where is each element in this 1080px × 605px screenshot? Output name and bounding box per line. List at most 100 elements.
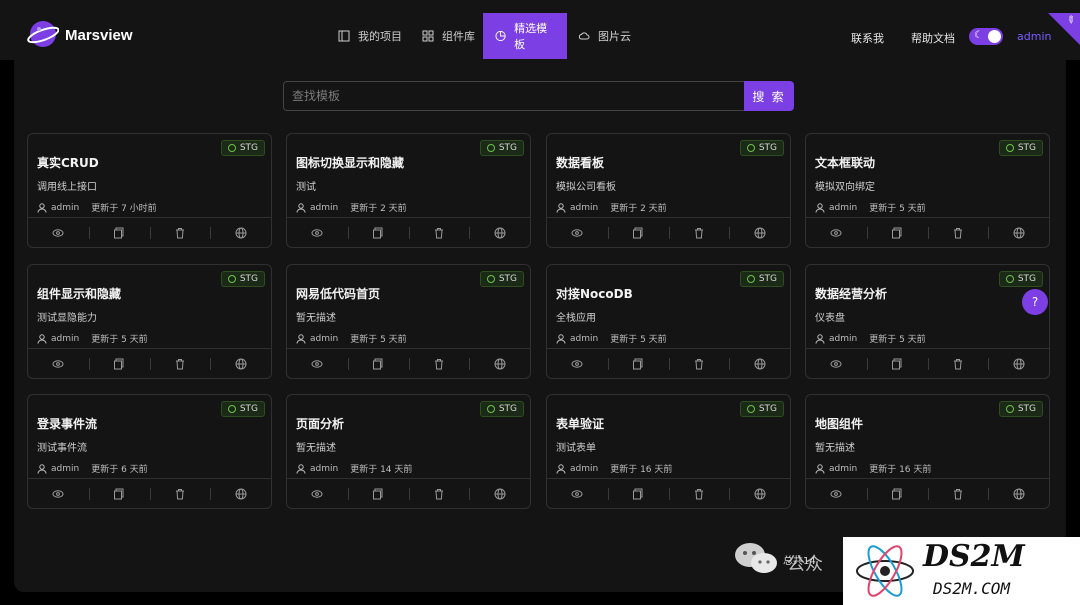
publish-button[interactable] <box>469 218 530 247</box>
view-icon <box>311 358 323 370</box>
nav-featured-templates[interactable]: 精选模板 <box>483 13 567 59</box>
publish-button[interactable] <box>210 349 271 378</box>
card-meta: admin 更新于 7 小时前 <box>37 201 157 214</box>
brand-name[interactable]: Marsview <box>65 27 133 44</box>
template-search-input[interactable] <box>283 81 745 111</box>
globe-icon <box>754 358 766 370</box>
copy-button[interactable] <box>607 479 669 508</box>
template-card[interactable]: STG 文本框联动 模拟双向绑定 admin 更新于 5 天前 <box>805 133 1050 248</box>
card-updated: 更新于 5 天前 <box>350 335 407 345</box>
help-chat-icon[interactable]: ? <box>1022 289 1048 315</box>
template-card[interactable]: STG 对接NocoDB 全栈应用 admin 更新于 5 天前 <box>546 264 791 379</box>
check-circle-icon <box>486 405 495 413</box>
preview-button[interactable] <box>287 349 348 378</box>
card-actions <box>287 478 530 508</box>
card-actions <box>287 348 530 378</box>
publish-button[interactable] <box>988 349 1049 378</box>
card-title: 页面分析 <box>296 417 345 431</box>
template-card[interactable]: STG 网易低代码首页 暂无描述 admin 更新于 5 天前 <box>286 264 531 379</box>
card-title: 登录事件流 <box>37 417 98 431</box>
nav-image-cloud[interactable]: 图片云 <box>566 13 643 59</box>
contact-link[interactable]: 联系我 <box>851 30 884 46</box>
publish-button[interactable] <box>729 479 790 508</box>
preview-button[interactable] <box>547 218 608 247</box>
delete-button[interactable] <box>927 479 989 508</box>
env-badge: STG <box>479 140 524 156</box>
user-icon <box>296 463 306 474</box>
publish-button[interactable] <box>729 349 790 378</box>
card-author: admin <box>51 202 80 213</box>
publish-button[interactable] <box>210 479 271 508</box>
card-description: 测试事件流 <box>37 443 87 454</box>
publish-button[interactable] <box>469 349 530 378</box>
copy-button[interactable] <box>347 479 409 508</box>
delete-button[interactable] <box>149 479 211 508</box>
delete-button[interactable] <box>668 218 730 247</box>
search-button[interactable]: 搜 索 <box>744 81 794 111</box>
copy-button[interactable] <box>866 479 928 508</box>
preview-button[interactable] <box>287 218 348 247</box>
help-docs-link[interactable]: 帮助文档 <box>911 30 955 46</box>
card-author: admin <box>829 463 858 474</box>
template-card[interactable]: STG 真实CRUD 调用线上接口 admin 更新于 7 小时前 <box>27 133 272 248</box>
delete-button[interactable] <box>408 349 470 378</box>
preview-button[interactable] <box>28 349 89 378</box>
publish-button[interactable] <box>729 218 790 247</box>
card-updated: 更新于 5 天前 <box>610 335 667 345</box>
card-description: 测试 <box>296 182 316 193</box>
user-icon <box>296 333 306 344</box>
nav-component-library[interactable]: 组件库 <box>410 13 487 59</box>
copy-button[interactable] <box>607 349 669 378</box>
template-card[interactable]: STG 登录事件流 测试事件流 admin 更新于 6 天前 <box>27 394 272 509</box>
copy-button[interactable] <box>866 218 928 247</box>
template-card[interactable]: STG 数据经营分析 仪表盘 admin 更新于 5 天前 <box>805 264 1050 379</box>
planet-logo-icon[interactable] <box>27 18 59 50</box>
publish-button[interactable] <box>988 218 1049 247</box>
preview-button[interactable] <box>547 349 608 378</box>
delete-button[interactable] <box>408 479 470 508</box>
site-watermark: DS2M DS2M.COM <box>843 537 1080 605</box>
preview-button[interactable] <box>806 218 867 247</box>
preview-button[interactable] <box>547 479 608 508</box>
publish-button[interactable] <box>469 479 530 508</box>
delete-button[interactable] <box>408 218 470 247</box>
copy-button[interactable] <box>347 218 409 247</box>
template-card[interactable]: STG 组件显示和隐藏 测试显隐能力 admin 更新于 5 天前 <box>27 264 272 379</box>
delete-button[interactable] <box>668 349 730 378</box>
preview-button[interactable] <box>287 479 348 508</box>
delete-icon <box>433 358 445 370</box>
env-label: STG <box>239 143 258 153</box>
view-icon <box>830 488 842 500</box>
template-card[interactable]: STG 表单验证 测试表单 admin 更新于 16 天前 <box>546 394 791 509</box>
delete-button[interactable] <box>149 218 211 247</box>
template-card[interactable]: STG 数据看板 模拟公司看板 admin 更新于 2 天前 <box>546 133 791 248</box>
toggle-knob <box>988 30 1001 43</box>
delete-button[interactable] <box>927 349 989 378</box>
template-card[interactable]: STG 页面分析 暂无描述 admin 更新于 14 天前 <box>286 394 531 509</box>
preview-button[interactable] <box>28 479 89 508</box>
copy-button[interactable] <box>88 479 150 508</box>
delete-button[interactable] <box>149 349 211 378</box>
theme-toggle[interactable]: ☾ <box>969 28 1003 45</box>
template-card[interactable]: STG 图标切换显示和隐藏 测试 admin 更新于 2 天前 <box>286 133 531 248</box>
preview-button[interactable] <box>806 479 867 508</box>
preview-button[interactable] <box>28 218 89 247</box>
preview-button[interactable] <box>806 349 867 378</box>
copy-button[interactable] <box>88 349 150 378</box>
card-meta: admin 更新于 5 天前 <box>37 332 148 345</box>
user-name[interactable]: admin <box>1017 30 1051 43</box>
copy-button[interactable] <box>607 218 669 247</box>
publish-button[interactable] <box>988 479 1049 508</box>
delete-button[interactable] <box>668 479 730 508</box>
check-circle-icon <box>227 275 236 283</box>
delete-button[interactable] <box>927 218 989 247</box>
card-author: admin <box>570 463 599 474</box>
copy-button[interactable] <box>88 218 150 247</box>
env-label: STG <box>1017 143 1036 153</box>
template-card[interactable]: STG 地图组件 暂无描述 admin 更新于 16 天前 <box>805 394 1050 509</box>
nav-my-projects[interactable]: 我的项目 <box>326 13 414 59</box>
publish-button[interactable] <box>210 218 271 247</box>
copy-button[interactable] <box>866 349 928 378</box>
copy-icon <box>372 227 384 239</box>
copy-button[interactable] <box>347 349 409 378</box>
